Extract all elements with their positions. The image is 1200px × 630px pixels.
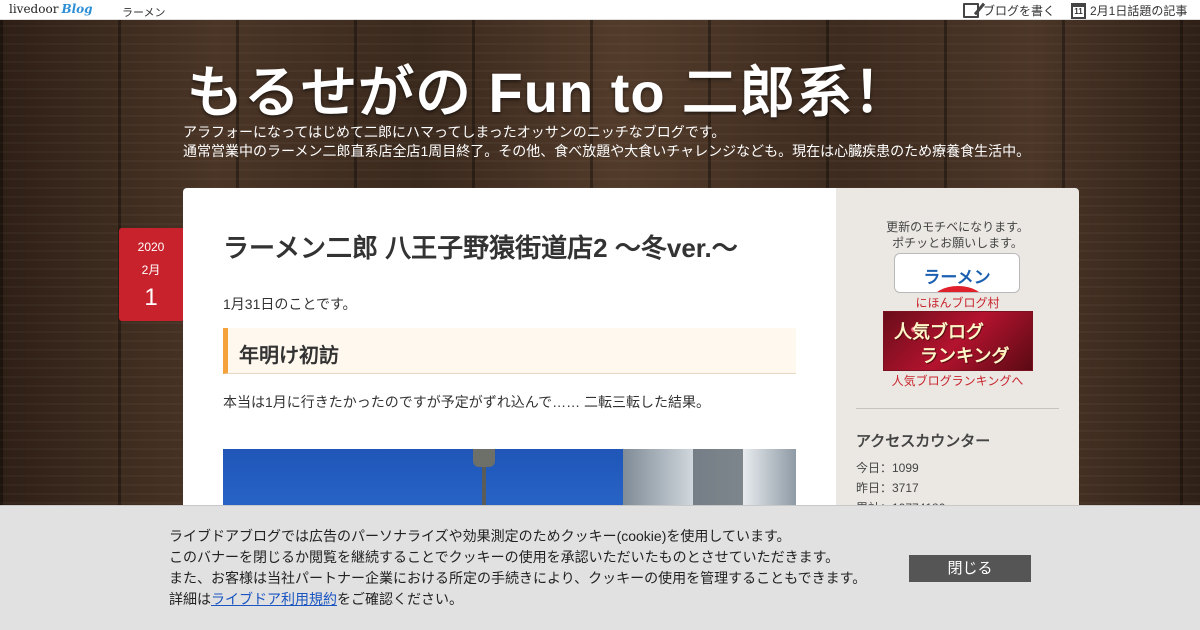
write-blog-link[interactable]: ブログを書く bbox=[963, 2, 1055, 19]
rank-banner-text: 人気ブログ bbox=[894, 322, 984, 342]
cookie-notice-text: ライブドアブログでは広告のパーソナライズや効果測定のためクッキー(cookie)… bbox=[169, 526, 866, 610]
cookie-line: また、お客様は当社パートナー企業における所定の手続きにより、クッキーの使用を管理… bbox=[169, 570, 867, 586]
category-link[interactable]: ラーメン bbox=[122, 4, 166, 20]
access-counter-heading: アクセスカウンター bbox=[856, 433, 991, 450]
sidebar-note: 更新のモチベになります。 ポチッとお願いします。 bbox=[836, 219, 1079, 251]
logo-blog-text: Blog bbox=[61, 2, 93, 16]
popular-blog-ranking-banner[interactable]: 人気ブログ ランキング bbox=[883, 311, 1033, 371]
ramen-ranking-banner[interactable]: ラーメン bbox=[894, 253, 1020, 293]
write-blog-label: ブログを書く bbox=[983, 4, 1056, 18]
sidebar-note-line: ポチッとお願いします。 bbox=[892, 236, 1023, 250]
rank-banner-text: ランキング bbox=[920, 346, 1010, 366]
topic-articles-link[interactable]: 11 2月1日話題の記事 bbox=[1071, 2, 1187, 19]
sidebar-note-line: 更新のモチベになります。 bbox=[886, 220, 1029, 234]
cookie-detail-suffix: をご確認ください。 bbox=[337, 591, 463, 607]
terms-link[interactable]: ライブドア利用規約 bbox=[211, 591, 337, 607]
date-month: 2月 bbox=[141, 263, 161, 277]
sidebar-divider bbox=[856, 408, 1059, 409]
cookie-banner: ライブドアブログでは広告のパーソナライズや効果測定のためクッキー(cookie)… bbox=[0, 505, 1200, 630]
date-day: 1 bbox=[144, 284, 158, 311]
article-paragraph: 本当は1月に行きたかったのですが予定がずれ込んで…… 二転三転した結果。 bbox=[223, 394, 710, 410]
site-description-line: アラフォーになってはじめて二郎にハマってしまったオッサンのニッチなブログです。 bbox=[183, 124, 726, 140]
site-description: アラフォーになってはじめて二郎にハマってしまったオッサンのニッチなブログです。 … bbox=[183, 123, 1030, 161]
popular-blog-ranking-link[interactable]: 人気ブログランキングへ bbox=[836, 372, 1079, 389]
site-description-line: 通常営業中のラーメン二郎直系店全店1周目終了。その他、食べ放題や大食いチャレンジ… bbox=[183, 143, 1031, 159]
topic-articles-label: 2月1日話題の記事 bbox=[1090, 4, 1188, 18]
site-title[interactable]: もるせがの Fun to 二郎系！ bbox=[187, 48, 910, 129]
top-bar: livedoor Blog ラーメン ブログを書く 11 2月1日話題の記事 bbox=[0, 0, 1200, 20]
date-year: 2020 bbox=[137, 240, 165, 254]
pen-icon bbox=[963, 3, 979, 18]
livedoor-blog-logo[interactable]: livedoor Blog bbox=[9, 2, 93, 16]
logo-text: livedoor bbox=[9, 2, 59, 16]
date-badge: 2020 2月 1 bbox=[119, 228, 183, 321]
counter-yesterday: 昨日：3717 bbox=[856, 481, 919, 495]
street-lamp bbox=[473, 449, 495, 467]
cookie-detail-prefix: 詳細は bbox=[169, 591, 211, 607]
cookie-line: ライブドアブログでは広告のパーソナライズや効果測定のためクッキー(cookie)… bbox=[169, 528, 791, 544]
article-paragraph: 1月31日のことです。 bbox=[223, 296, 357, 312]
ramen-banner-text: ラーメン bbox=[923, 268, 991, 287]
article-heading: 年明け初訪 bbox=[223, 328, 796, 374]
calendar-icon: 11 bbox=[1071, 2, 1086, 19]
counter-today: 今日：1099 bbox=[856, 461, 919, 475]
nihon-blog-mura-link[interactable]: にほんブログ村 bbox=[836, 294, 1079, 311]
article-title[interactable]: ラーメン二郎 八王子野猿街道店2 〜冬ver.〜 bbox=[223, 228, 738, 265]
close-button[interactable]: 閉じる bbox=[909, 555, 1031, 582]
cookie-line: このバナーを閉じるか閲覧を継続することでクッキーの使用を承認いただいたものとさせ… bbox=[169, 549, 840, 565]
cookie-line: 詳細はライブドア利用規約をご確認ください。 bbox=[169, 589, 866, 610]
